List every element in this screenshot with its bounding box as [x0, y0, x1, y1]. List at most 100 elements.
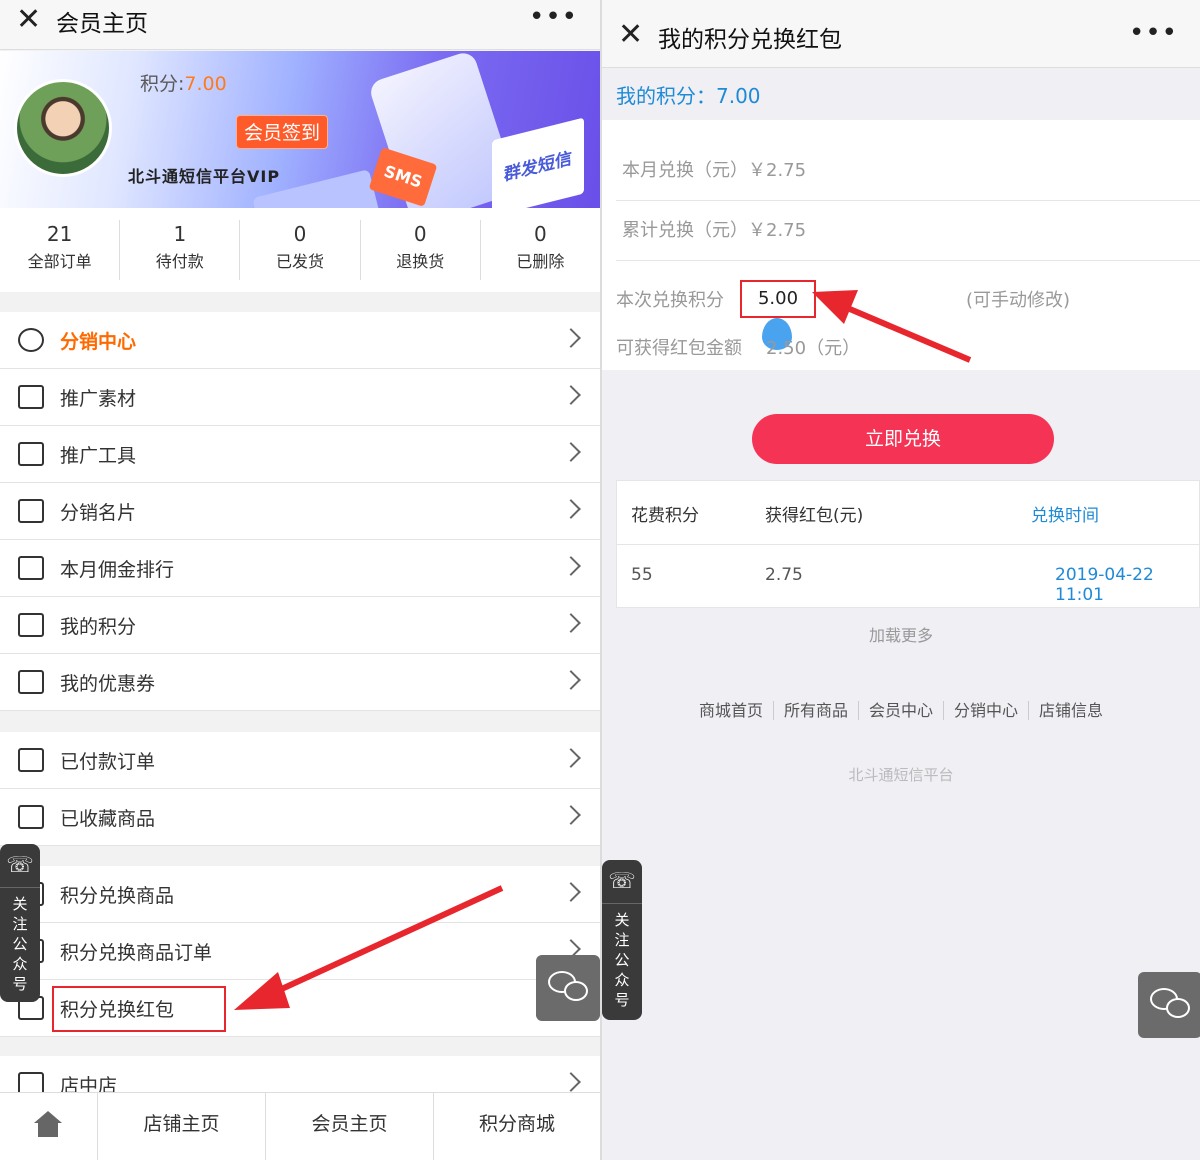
menu-label: 已付款订单	[60, 751, 156, 773]
menu-item-commission-rank[interactable]: 本月佣金排行	[0, 540, 600, 597]
heart-icon	[18, 805, 44, 829]
menu-item-distribution-center[interactable]: 分销中心	[0, 312, 600, 369]
follow-char: 号	[614, 991, 630, 1009]
stat-num: 0	[534, 222, 547, 246]
table-row: 55 2.75 2019-04-22 11:01	[617, 545, 1199, 609]
menu-item-points-goods[interactable]: 积分兑换商品	[0, 866, 600, 923]
menu-item-promo-materials[interactable]: 推广素材	[0, 369, 600, 426]
header-cell-sortable[interactable]: 兑换时间	[1031, 501, 1099, 526]
chevron-right-icon	[561, 748, 581, 768]
stat-deleted[interactable]: 0 已删除	[481, 220, 600, 280]
follow-char: 号	[12, 975, 28, 993]
menu-label: 分销名片	[60, 502, 137, 524]
stat-returns[interactable]: 0 退换货	[361, 220, 481, 280]
chevron-right-icon	[561, 1072, 581, 1092]
tab-points-mall[interactable]: 积分商城	[434, 1093, 600, 1160]
close-icon[interactable]: ✕	[618, 20, 643, 50]
wechat-icon-bubble	[1166, 998, 1190, 1018]
signin-button[interactable]: 会员签到	[236, 115, 328, 149]
right-navbar: ✕ 我的积分兑换红包 •••	[602, 0, 1200, 68]
redeem-button[interactable]: 立即兑换	[752, 414, 1054, 464]
footer-link[interactable]: 所有商品	[773, 701, 859, 720]
header-cell: 获得红包(元)	[765, 506, 864, 526]
points-input[interactable]: 5.00	[740, 280, 816, 318]
menu-item-favorites[interactable]: 已收藏商品	[0, 789, 600, 846]
menu-label: 推广素材	[60, 388, 137, 410]
table-cell: 55	[631, 565, 653, 585]
table-header: 花费积分 获得红包(元) 兑换时间	[617, 481, 1199, 545]
clipboard-icon	[18, 748, 44, 772]
chevron-right-icon	[561, 805, 581, 825]
more-icon[interactable]: •••	[529, 2, 578, 32]
footer-brand: 北斗通短信平台	[848, 766, 954, 784]
tab-member-home[interactable]: 会员主页	[266, 1093, 434, 1160]
stat-label: 待付款	[155, 252, 204, 271]
stat-num: 0	[413, 222, 427, 246]
follow-char: 关	[614, 911, 630, 929]
points-value: 7.00	[184, 73, 227, 95]
follow-char: 众	[12, 955, 28, 973]
stat-shipped[interactable]: 0 已发货	[240, 220, 361, 280]
divider	[616, 260, 1200, 261]
briefcase-icon	[18, 442, 44, 466]
annotation-highlight-box	[52, 986, 226, 1032]
footer-link[interactable]: 店铺信息	[1029, 701, 1113, 720]
menu-label: 我的优惠券	[60, 673, 156, 695]
follow-char: 公	[614, 951, 630, 969]
menu-item-my-coupons[interactable]: 我的优惠券	[0, 654, 600, 711]
menu-label: 我的积分	[60, 616, 137, 638]
menu-item-my-points[interactable]: 我的积分	[0, 597, 600, 654]
more-icon[interactable]: •••	[1129, 18, 1178, 48]
follow-account-tab[interactable]: ☏ 关 注 公 众 号	[602, 860, 642, 1020]
follow-char: 注	[12, 915, 28, 933]
points-display: 积分:7.00	[140, 69, 227, 96]
chevron-right-icon	[561, 442, 581, 462]
left-navbar: ✕ 会员主页 •••	[0, 0, 600, 50]
menu-label: 推广工具	[60, 445, 137, 467]
tab-store-home[interactable]: 店铺主页	[98, 1093, 266, 1160]
stat-pending-payment[interactable]: 1 待付款	[120, 220, 241, 280]
menu-item-promo-tools[interactable]: 推广工具	[0, 426, 600, 483]
tab-home[interactable]	[0, 1093, 98, 1160]
phone-icon: ☏	[0, 844, 40, 888]
close-icon[interactable]: ✕	[16, 5, 41, 35]
menu-item-points-goods-orders[interactable]: 积分兑换商品订单	[0, 923, 600, 980]
home-icon	[34, 1111, 62, 1137]
member-banner: 积分:7.00 会员签到 北斗通短信平台VIP SMS 群发短信	[0, 51, 600, 208]
chevron-right-icon	[561, 328, 581, 348]
footer-link[interactable]: 商城首页	[688, 701, 774, 720]
stat-label: 已删除	[516, 252, 565, 271]
phone-icon: ☏	[602, 860, 642, 904]
menu-group-distribution: 分销中心 推广素材 推广工具 分销名片 本月佣金排行 我的积分 我的优惠券	[0, 312, 600, 711]
menu-label: 已收藏商品	[60, 808, 156, 830]
order-stats: 21 全部订单 1 待付款 0 已发货 0 退换货 0 已删除	[0, 208, 600, 292]
bar-chart-icon	[18, 556, 44, 580]
table-cell: 2.75	[765, 565, 803, 585]
footer-links: 商城首页 所有商品 会员中心 分销中心 店铺信息	[602, 697, 1200, 721]
load-more[interactable]: 加载更多	[602, 622, 1200, 646]
list-icon	[18, 613, 44, 637]
exchange-info: 本月兑换（元）￥2.75 累计兑换（元）￥2.75 本次兑换积分 5.00 (可…	[602, 120, 1200, 370]
menu-item-points-redpacket[interactable]: 积分兑换红包	[0, 980, 600, 1037]
follow-char: 关	[12, 895, 28, 913]
footer-link[interactable]: 会员中心	[858, 701, 944, 720]
page-title: 我的积分兑换红包	[658, 27, 842, 53]
stat-label: 已发货	[276, 252, 325, 271]
stat-all-orders[interactable]: 21 全部订单	[0, 220, 121, 280]
footer-link[interactable]: 分销中心	[944, 701, 1030, 720]
avatar[interactable]	[14, 79, 112, 177]
wechat-button[interactable]	[1138, 972, 1200, 1038]
chevron-right-icon	[561, 613, 581, 633]
chevron-right-icon	[561, 670, 581, 690]
table-cell: 2019-04-22 11:01	[1055, 565, 1154, 605]
stat-num: 1	[173, 222, 187, 246]
cube-illustration: 群发短信	[492, 117, 584, 208]
menu-item-paid-orders[interactable]: 已付款订单	[0, 732, 600, 789]
exchange-records-table: 花费积分 获得红包(元) 兑换时间 55 2.75 2019-04-22 11:…	[616, 480, 1200, 608]
menu-label: 分销中心	[60, 331, 137, 353]
wechat-button[interactable]	[536, 955, 600, 1021]
follow-account-tab[interactable]: ☏ 关 注 公 众 号	[0, 844, 40, 1002]
my-points-summary: 我的积分：7.00	[616, 84, 761, 108]
menu-item-business-card[interactable]: 分销名片	[0, 483, 600, 540]
wechat-icon-bubble	[564, 981, 588, 1001]
